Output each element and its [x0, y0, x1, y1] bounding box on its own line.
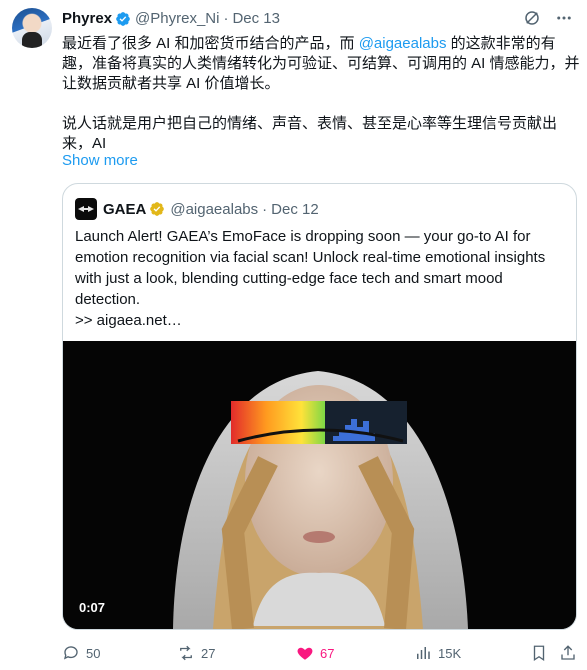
gaea-logo-icon: [78, 206, 94, 212]
author-handle[interactable]: @Phyrex_Ni: [135, 9, 219, 29]
like-count: 67: [320, 645, 335, 661]
quote-author-avatar: [75, 198, 97, 220]
verified-badge-icon: [116, 12, 130, 26]
tweet-actions: 50 27 67 15K: [62, 642, 577, 666]
separator: ·: [223, 10, 229, 27]
verified-gold-badge-icon: [150, 202, 165, 216]
tweet-text-part1: 最近看了很多 AI 和加密货币结合的产品，而: [62, 35, 359, 52]
reply-count: 50: [86, 645, 101, 661]
video-duration: 0:07: [79, 600, 106, 615]
quote-header: GAEA @aigaealabs · Dec 12: [75, 198, 319, 220]
bookmark-button[interactable]: [530, 644, 548, 662]
like-button[interactable]: 67: [296, 644, 334, 662]
tweet-text-para2: 说人话就是用户把自己的情绪、声音、表情、甚至是心率等生理信号贡献出来，AI: [62, 115, 558, 152]
quote-separator: ·: [262, 200, 268, 218]
tweet-header: Phyrex @Phyrex_Ni · Dec 13: [62, 9, 573, 29]
reply-button[interactable]: 50: [62, 644, 100, 662]
author-name[interactable]: Phyrex: [62, 9, 112, 29]
grok-icon[interactable]: [523, 9, 541, 27]
share-icon: [561, 645, 575, 660]
views-count: 15K: [438, 645, 462, 661]
share-button[interactable]: [559, 644, 577, 662]
video-thumbnail: [63, 341, 576, 629]
repost-count: 27: [201, 645, 216, 661]
views-icon: [417, 647, 430, 659]
quote-text: Launch Alert! GAEA’s EmoFace is dropping…: [75, 226, 565, 331]
quote-link[interactable]: >> aigaea.net…: [75, 310, 565, 331]
quote-author-name: GAEA: [103, 200, 147, 218]
repost-button[interactable]: 27: [177, 644, 215, 662]
video-player[interactable]: 0:07: [63, 341, 576, 629]
show-more-link[interactable]: Show more: [62, 152, 138, 169]
quote-author-handle: @aigaealabs: [170, 200, 259, 218]
views-button[interactable]: 15K: [414, 644, 461, 662]
bookmark-icon: [533, 645, 545, 662]
reply-icon: [63, 646, 78, 660]
author-avatar[interactable]: [12, 8, 52, 48]
repost-icon: [180, 645, 192, 661]
quote-body: Launch Alert! GAEA’s EmoFace is dropping…: [75, 228, 546, 308]
quote-date: Dec 12: [271, 200, 319, 218]
more-options-icon[interactable]: [555, 9, 573, 27]
heart-icon: [297, 647, 313, 660]
mention-link[interactable]: @aigaealabs: [359, 35, 447, 52]
quoted-tweet[interactable]: GAEA @aigaealabs · Dec 12 Launch Alert! …: [62, 183, 577, 630]
tweet-text: 最近看了很多 AI 和加密货币结合的产品，而 @aigaealabs 的这款非常…: [62, 34, 582, 154]
tweet-date[interactable]: Dec 13: [232, 9, 280, 29]
